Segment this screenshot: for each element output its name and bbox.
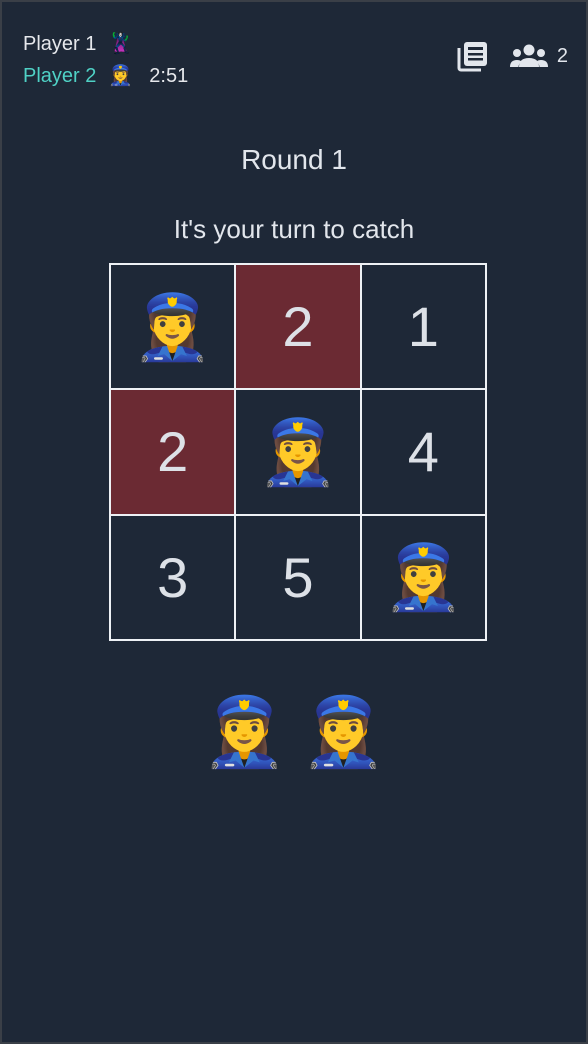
newspaper-icon [457,42,487,72]
cell-number: 2 [157,420,189,484]
board-cell-8[interactable]: 5 [234,513,362,641]
police-icon: 👮‍♀️ [383,541,464,614]
board-cell-3[interactable]: 1 [359,263,487,391]
turn-status: It's your turn to catch [173,214,415,244]
board-cell-6[interactable]: 4 [359,388,487,516]
cell-number: 4 [407,420,439,484]
board-cell-5[interactable]: 👮‍♀️ [234,388,362,516]
viewer-count: 2 [556,44,568,67]
cell-number: 5 [282,545,314,609]
police-avatar: 👮‍♀️ [108,65,134,87]
game-board: 👮‍♀️ 2 1 2 👮‍♀️ 4 3 5 👮‍♀️ [109,263,487,641]
players-list: Player 1 🦹‍♀️ Player 2 👮‍♀️ 2:51 [23,28,188,92]
round-title: Round 1 [241,144,347,175]
police-icon: 👮‍♀️ [132,290,213,363]
top-bar: Player 1 🦹‍♀️ Player 2 👮‍♀️ 2:51 [2,2,586,102]
player-name: Player 1 [23,33,97,55]
board-cell-7[interactable]: 3 [109,513,237,641]
cell-number: 3 [157,545,189,609]
police-piece[interactable]: 👮‍♀️ [301,698,386,766]
piece-tray: 👮‍♀️ 👮‍♀️ [2,698,586,766]
board-cell-9[interactable]: 👮‍♀️ [359,513,487,641]
cell-number: 1 [407,295,439,359]
police-piece[interactable]: 👮‍♀️ [202,698,287,766]
player-row-1: Player 1 🦹‍♀️ [23,28,188,60]
users-icon [509,44,548,67]
board-cell-1[interactable]: 👮‍♀️ [109,263,237,391]
board-cell-4[interactable]: 2 [109,388,237,516]
viewers-button[interactable]: 2 [509,43,568,69]
villain-avatar: 🦹‍♀️ [108,33,134,55]
toolbar: 2 [455,40,568,72]
player-name-active: Player 2 [23,65,97,87]
history-button[interactable] [455,40,489,72]
cell-number: 2 [282,295,314,359]
turn-timer: 2:51 [149,65,189,87]
police-icon: 👮‍♀️ [258,415,338,488]
player-row-2: Player 2 👮‍♀️ 2:51 [23,60,188,92]
board-cell-2[interactable]: 2 [234,263,362,391]
